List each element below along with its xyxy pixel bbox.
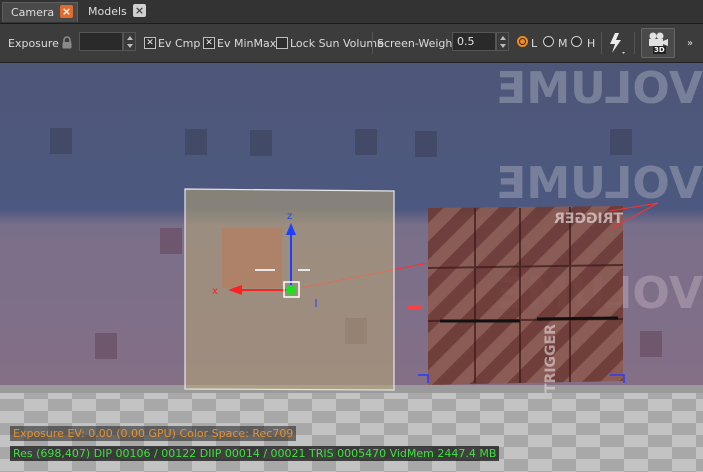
lightning-icon[interactable] bbox=[606, 31, 628, 57]
svg-text:TRIGGER: TRIGGER bbox=[554, 211, 623, 227]
lod-label-m: M bbox=[558, 37, 568, 50]
lock-sun-volume-label: Lock Sun Volume bbox=[290, 37, 384, 50]
close-icon[interactable]: × bbox=[60, 5, 73, 18]
overflow-chevron-icon[interactable]: » bbox=[687, 38, 693, 49]
screen-weight-label: Screen-Weight bbox=[377, 37, 457, 50]
scene: VOLUME VOLUME VOLUME VOLUME VOLUME VOLUM… bbox=[0, 63, 703, 472]
exposure-label: Exposure bbox=[8, 37, 59, 50]
tab-models-label: Models bbox=[88, 5, 127, 18]
close-icon[interactable]: × bbox=[133, 4, 146, 17]
lod-label-l: L bbox=[531, 37, 538, 50]
svg-text:VOLUME: VOLUME bbox=[496, 158, 703, 209]
ev-cmp-label: Ev Cmp bbox=[158, 37, 201, 50]
toolbar-divider bbox=[372, 32, 373, 54]
lock-icon[interactable] bbox=[61, 36, 73, 49]
ev-minmax-label: Ev MinMax bbox=[217, 37, 277, 50]
ev-cmp-checkbox[interactable]: ✕ bbox=[144, 37, 156, 49]
svg-text:x: x bbox=[212, 286, 218, 297]
tab-bar: Camera × Models × bbox=[0, 0, 703, 24]
tab-camera-label: Camera bbox=[11, 6, 55, 19]
camera-toolbar: Exposure ✕ Ev Cmp ✕ Ev MinMax Lock Sun V… bbox=[0, 24, 703, 63]
lod-radio-m[interactable] bbox=[543, 36, 554, 47]
toolbar-divider bbox=[601, 32, 602, 54]
lod-radio-h[interactable] bbox=[571, 36, 582, 47]
render-mode-badge: 3D bbox=[653, 46, 666, 54]
exposure-stepper[interactable] bbox=[123, 32, 136, 51]
lock-sun-volume-checkbox[interactable] bbox=[276, 37, 288, 49]
screen-weight-input[interactable]: 0.5 bbox=[452, 32, 496, 51]
svg-text:TRIGGER: TRIGGER bbox=[543, 324, 559, 393]
tab-camera[interactable]: Camera × bbox=[2, 2, 78, 22]
render-mode-button[interactable]: 3D bbox=[641, 28, 675, 58]
svg-text:VOLUME: VOLUME bbox=[496, 63, 703, 114]
camera-icon bbox=[649, 32, 668, 46]
render-stats: Res (698,407) DIP 00106 / 00122 DIIP 000… bbox=[10, 446, 500, 461]
toolbar-divider bbox=[634, 32, 635, 54]
lod-radio-l[interactable] bbox=[517, 36, 528, 47]
svg-text:z: z bbox=[287, 211, 292, 222]
exposure-status: Exposure EV: 0.00 (0.00 GPU) Color Space… bbox=[10, 426, 297, 441]
exposure-input[interactable] bbox=[79, 32, 123, 51]
lod-label-h: H bbox=[587, 37, 596, 50]
tab-models[interactable]: Models × bbox=[80, 2, 152, 22]
ev-minmax-checkbox[interactable]: ✕ bbox=[203, 37, 215, 49]
3d-viewport[interactable]: VOLUME VOLUME VOLUME VOLUME VOLUME VOLUM… bbox=[0, 63, 703, 472]
screen-weight-stepper[interactable] bbox=[496, 32, 509, 51]
